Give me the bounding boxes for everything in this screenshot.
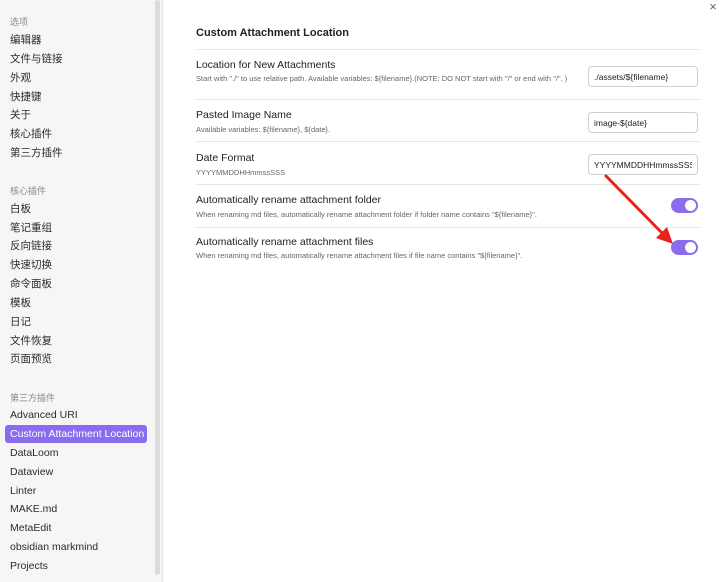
attachment-location-input[interactable] xyxy=(588,66,698,87)
sidebar-item-advanced-uri[interactable]: Advanced URI xyxy=(5,406,147,424)
sidebar-item-command-palette[interactable]: 命令面板 xyxy=(5,275,147,293)
setting-name: Automatically rename attachment folder xyxy=(196,194,382,206)
setting-row-rename-attachment-folder: Automatically rename attachment folder W… xyxy=(196,184,700,227)
sidebar-item-file-recovery[interactable]: 文件恢复 xyxy=(5,332,147,350)
sidebar-item-editor[interactable]: 编辑器 xyxy=(5,31,147,49)
sidebar-item-metaedit[interactable]: MetaEdit xyxy=(5,519,147,537)
setting-row-pasted-image-name: Pasted Image Name Available variables: $… xyxy=(196,99,700,141)
setting-description: When renaming md files, automatically re… xyxy=(196,251,523,260)
setting-description: When renaming md files, automatically re… xyxy=(196,210,537,219)
sidebar-item-backlinks[interactable]: 反向链接 xyxy=(5,237,147,255)
sidebar-item-files-links[interactable]: 文件与链接 xyxy=(5,50,147,68)
date-format-input[interactable] xyxy=(588,154,698,175)
sidebar-heading-core-plugins: 核心插件 xyxy=(10,186,47,196)
rename-folder-toggle[interactable] xyxy=(671,198,698,213)
sidebar-item-quick-switcher[interactable]: 快速切换 xyxy=(5,256,147,274)
sidebar-scrollbar[interactable] xyxy=(155,0,160,575)
setting-name: Automatically rename attachment files xyxy=(196,236,374,248)
toggle-knob xyxy=(685,242,696,253)
sidebar-heading-options: 选项 xyxy=(10,17,29,27)
sidebar-item-appearance[interactable]: 外观 xyxy=(5,69,147,87)
sidebar-item-custom-attachment-location[interactable]: Custom Attachment Location xyxy=(5,425,147,443)
sidebar-item-make-md[interactable]: MAKE.md xyxy=(5,500,147,518)
sidebar-item-dataview[interactable]: Dataview xyxy=(5,463,147,481)
sidebar-item-note-composer[interactable]: 笔记重组 xyxy=(5,219,147,237)
sidebar-item-daily-notes[interactable]: 日记 xyxy=(5,313,147,331)
setting-row-attachment-location: Location for New Attachments Start with … xyxy=(196,49,700,99)
sidebar-item-canvas[interactable]: 白板 xyxy=(5,200,147,218)
sidebar-item-community-plugins[interactable]: 第三方插件 xyxy=(5,144,147,162)
close-icon[interactable]: × xyxy=(706,0,720,14)
sidebar-item-linter[interactable]: Linter xyxy=(5,482,147,500)
setting-description: YYYYMMDDHHmmssSSS xyxy=(196,168,286,177)
sidebar-item-core-plugins[interactable]: 核心插件 xyxy=(5,125,147,143)
setting-description: Available variables: ${filename}, ${date… xyxy=(196,125,331,134)
settings-sidebar: 选项 编辑器 文件与链接 外观 快捷键 关于 核心插件 第三方插件 核心插件 白… xyxy=(0,0,163,582)
toggle-knob xyxy=(685,200,696,211)
sidebar-item-obsidian-markmind[interactable]: obsidian markmind xyxy=(5,538,147,556)
sidebar-item-about[interactable]: 关于 xyxy=(5,106,147,124)
page-title: Custom Attachment Location xyxy=(196,27,349,39)
setting-name: Location for New Attachments xyxy=(196,59,336,71)
sidebar-heading-community-plugins: 第三方插件 xyxy=(10,393,56,403)
setting-name: Pasted Image Name xyxy=(196,109,292,121)
pasted-image-name-input[interactable] xyxy=(588,112,698,133)
rename-files-toggle[interactable] xyxy=(671,240,698,255)
sidebar-item-page-preview[interactable]: 页面预览 xyxy=(5,350,147,368)
sidebar-item-hotkeys[interactable]: 快捷键 xyxy=(5,88,147,106)
setting-name: Date Format xyxy=(196,152,255,164)
sidebar-item-templates[interactable]: 模板 xyxy=(5,294,147,312)
setting-row-rename-attachment-files: Automatically rename attachment files Wh… xyxy=(196,227,700,269)
setting-description: Start with "./" to use relative path. Av… xyxy=(196,74,568,83)
sidebar-item-dataloom[interactable]: DataLoom xyxy=(5,444,147,462)
sidebar-item-projects[interactable]: Projects xyxy=(5,557,147,575)
setting-row-date-format: Date Format YYYYMMDDHHmmssSSS xyxy=(196,141,700,184)
